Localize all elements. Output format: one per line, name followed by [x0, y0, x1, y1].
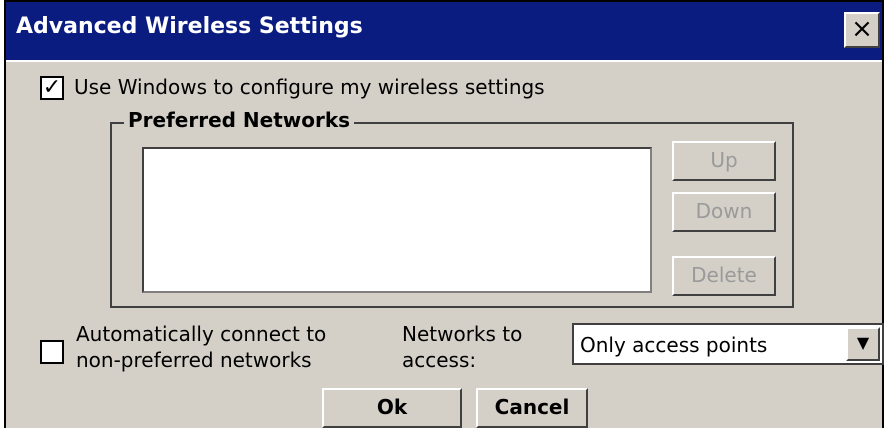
- preferred-networks-title: Preferred Networks: [124, 108, 355, 132]
- auto-connect-label-line1[interactable]: Automatically connect to: [76, 322, 326, 346]
- title-bar[interactable]: Advanced Wireless Settings ×: [6, 2, 882, 62]
- window-title: Advanced Wireless Settings: [16, 14, 363, 39]
- auto-connect-label-line2[interactable]: non-preferred networks: [76, 348, 312, 372]
- preferred-networks-list[interactable]: [142, 147, 652, 293]
- dropdown-arrow-button[interactable]: ▼: [846, 327, 880, 361]
- use-windows-label[interactable]: Use Windows to configure my wireless set…: [74, 75, 545, 99]
- use-windows-checkbox[interactable]: ✓: [40, 76, 64, 100]
- delete-button[interactable]: Delete: [672, 256, 776, 296]
- down-button[interactable]: Down: [672, 192, 776, 232]
- up-button[interactable]: Up: [672, 141, 776, 181]
- chevron-down-icon: ▼: [856, 333, 870, 352]
- checkmark-icon: ✓: [42, 75, 62, 100]
- ok-button[interactable]: Ok: [322, 388, 462, 428]
- dialog-window: Advanced Wireless Settings × ✓ Use Windo…: [4, 0, 884, 428]
- networks-to-access-value: Only access points: [580, 333, 768, 357]
- cancel-button[interactable]: Cancel: [476, 388, 588, 428]
- networks-to-access-label-line1: Networks to: [402, 322, 523, 346]
- networks-to-access-label-line2: access:: [402, 348, 477, 372]
- close-icon: ×: [851, 14, 873, 44]
- networks-to-access-select[interactable]: Only access points ▼: [572, 323, 884, 365]
- auto-connect-checkbox[interactable]: [40, 340, 64, 364]
- close-button[interactable]: ×: [844, 12, 880, 48]
